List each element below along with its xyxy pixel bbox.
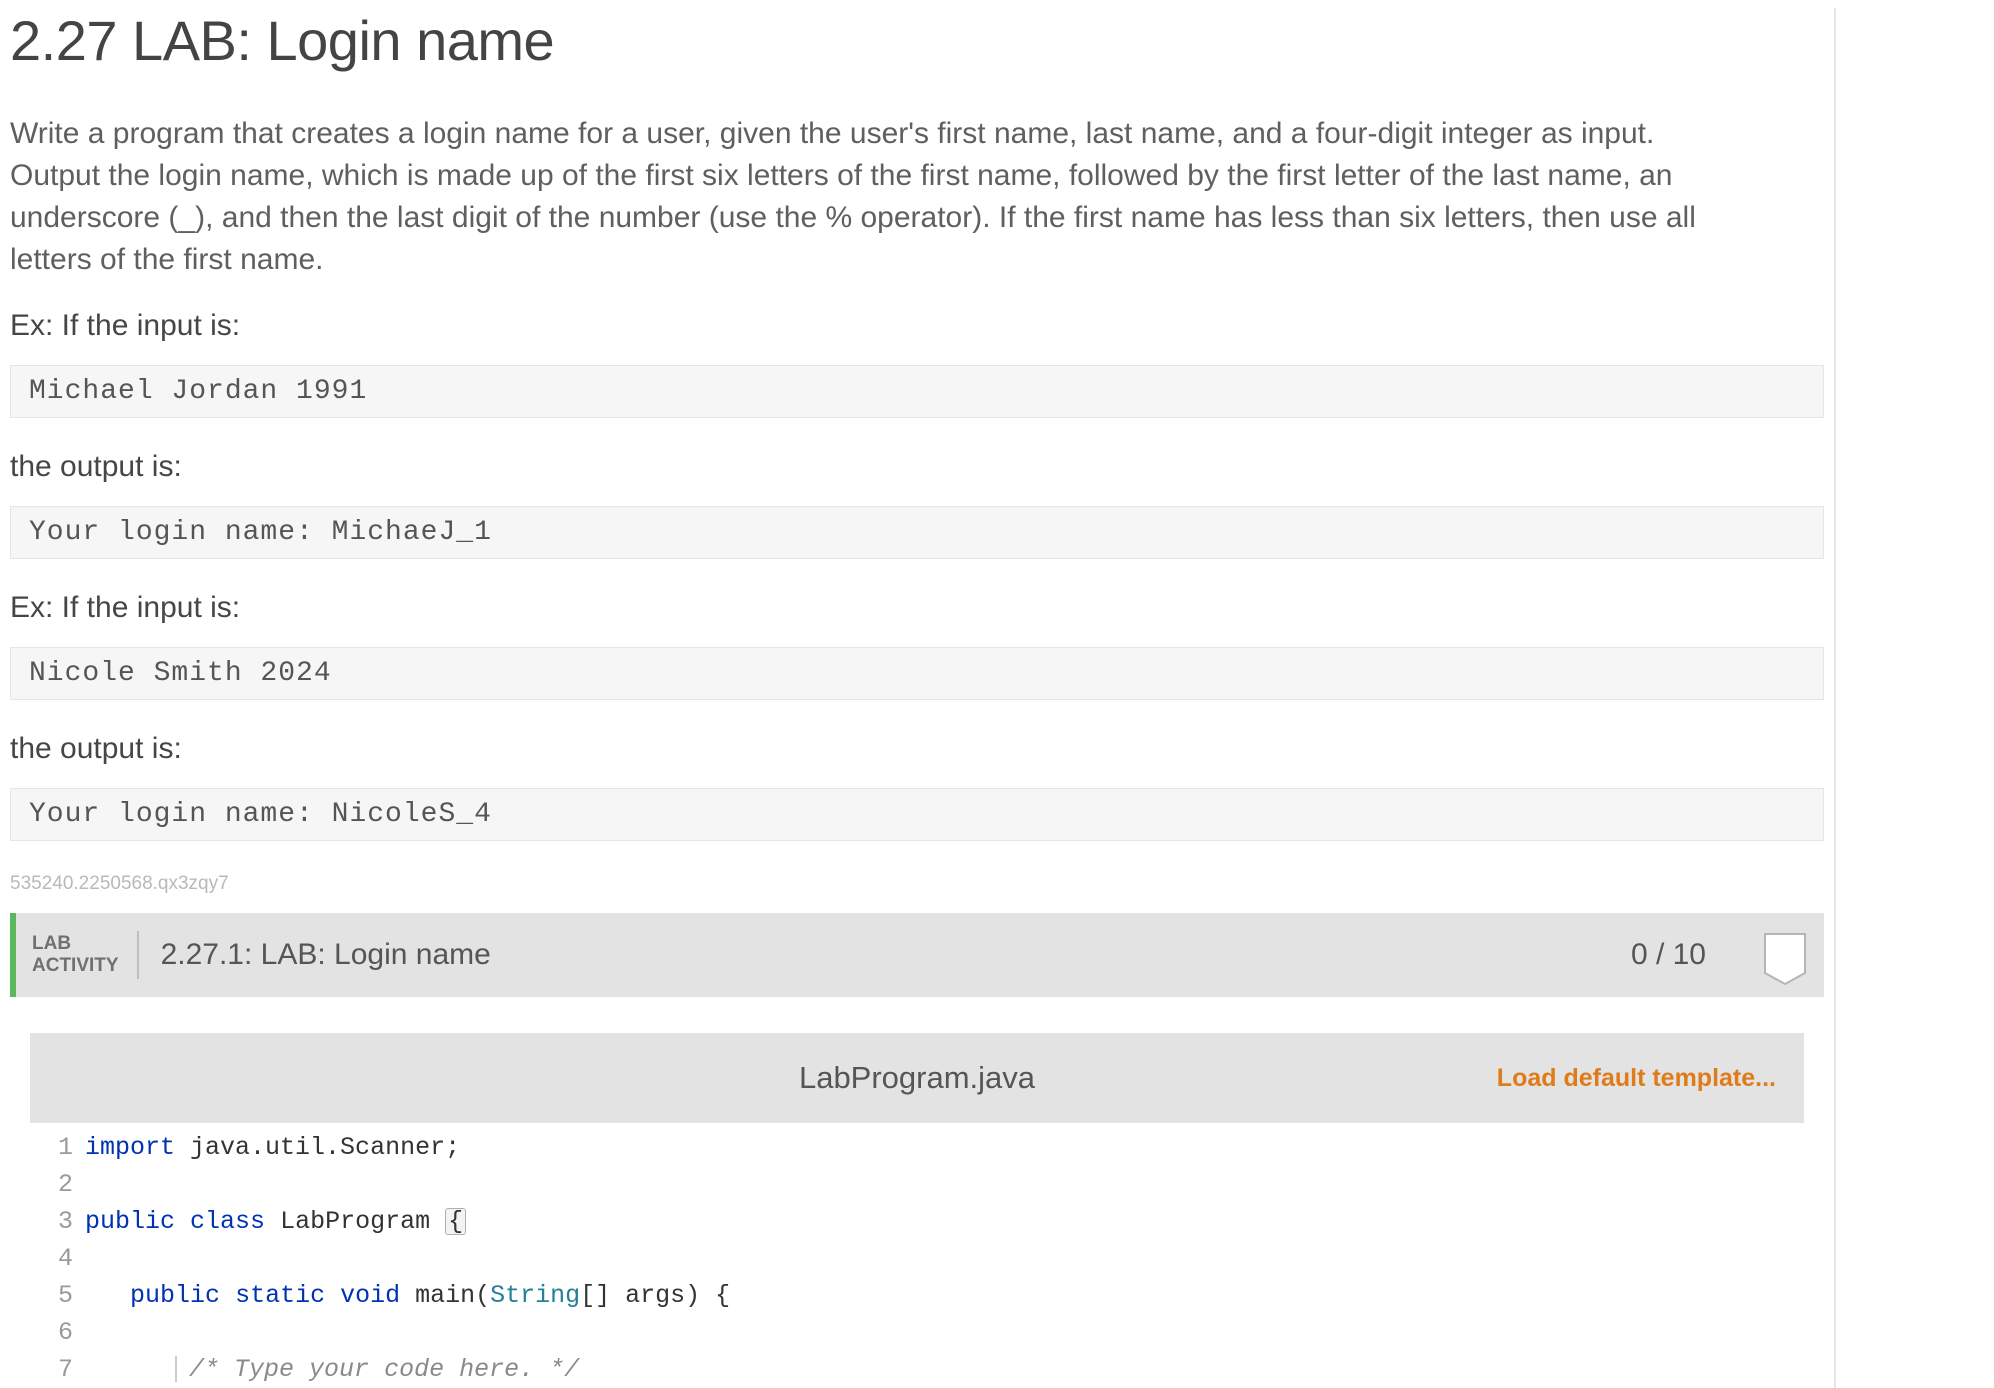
line-number: 7 bbox=[58, 1351, 73, 1388]
code-line[interactable] bbox=[85, 1166, 730, 1203]
line-number: 5 bbox=[58, 1277, 73, 1314]
code-lines[interactable]: import java.util.Scanner; public class L… bbox=[85, 1129, 730, 1388]
load-default-template-link[interactable]: Load default template... bbox=[1497, 1064, 1776, 1093]
example1-output: Your login name: MichaeJ_1 bbox=[10, 506, 1824, 559]
line-number: 2 bbox=[58, 1166, 73, 1203]
lab-badge-line2: ACTIVITY bbox=[32, 955, 119, 977]
example2-output-label: the output is: bbox=[10, 732, 1824, 766]
code-line[interactable]: /* Type your code here. */ bbox=[85, 1351, 730, 1388]
example1-output-label: the output is: bbox=[10, 450, 1824, 484]
line-number: 6 bbox=[58, 1314, 73, 1351]
lab-activity-badge: LAB ACTIVITY bbox=[16, 931, 139, 979]
problem-description: Write a program that creates a login nam… bbox=[10, 113, 1750, 281]
lab-badge-line1: LAB bbox=[32, 933, 119, 955]
example1-input: Michael Jordan 1991 bbox=[10, 365, 1824, 418]
code-line[interactable]: public static void main(String[] args) { bbox=[85, 1277, 730, 1314]
code-line[interactable]: public class LabProgram { bbox=[85, 1203, 730, 1240]
editor-filename: LabProgram.java bbox=[799, 1060, 1035, 1096]
code-line[interactable] bbox=[85, 1314, 730, 1351]
line-number: 1 bbox=[58, 1129, 73, 1166]
example2-output: Your login name: NicoleS_4 bbox=[10, 788, 1824, 841]
footnote-id: 535240.2250568.qx3zqy7 bbox=[10, 873, 1824, 895]
cursor-icon bbox=[175, 1356, 177, 1382]
code-editor: LabProgram.java Load default template...… bbox=[10, 997, 1824, 1388]
code-line[interactable] bbox=[85, 1240, 730, 1277]
example2-input: Nicole Smith 2024 bbox=[10, 647, 1824, 700]
example2-input-label: Ex: If the input is: bbox=[10, 591, 1824, 625]
lab-activity-title: 2.27.1: LAB: Login name bbox=[139, 938, 1631, 972]
line-number: 4 bbox=[58, 1240, 73, 1277]
editor-header: LabProgram.java Load default template... bbox=[30, 1033, 1804, 1123]
line-number: 3 bbox=[58, 1203, 73, 1240]
bookmark-pocket-icon[interactable] bbox=[1764, 933, 1806, 985]
lab-activity-bar: LAB ACTIVITY 2.27.1: LAB: Login name 0 /… bbox=[10, 913, 1824, 997]
code-area[interactable]: 1 2 3 4 5 6 7 import java.util.Scanner; … bbox=[30, 1123, 1804, 1388]
lab-score: 0 / 10 bbox=[1631, 938, 1714, 972]
code-line[interactable]: import java.util.Scanner; bbox=[85, 1129, 730, 1166]
page-title: 2.27 LAB: Login name bbox=[10, 8, 1824, 73]
line-number-gutter: 1 2 3 4 5 6 7 bbox=[30, 1129, 85, 1388]
example1-input-label: Ex: If the input is: bbox=[10, 309, 1824, 343]
